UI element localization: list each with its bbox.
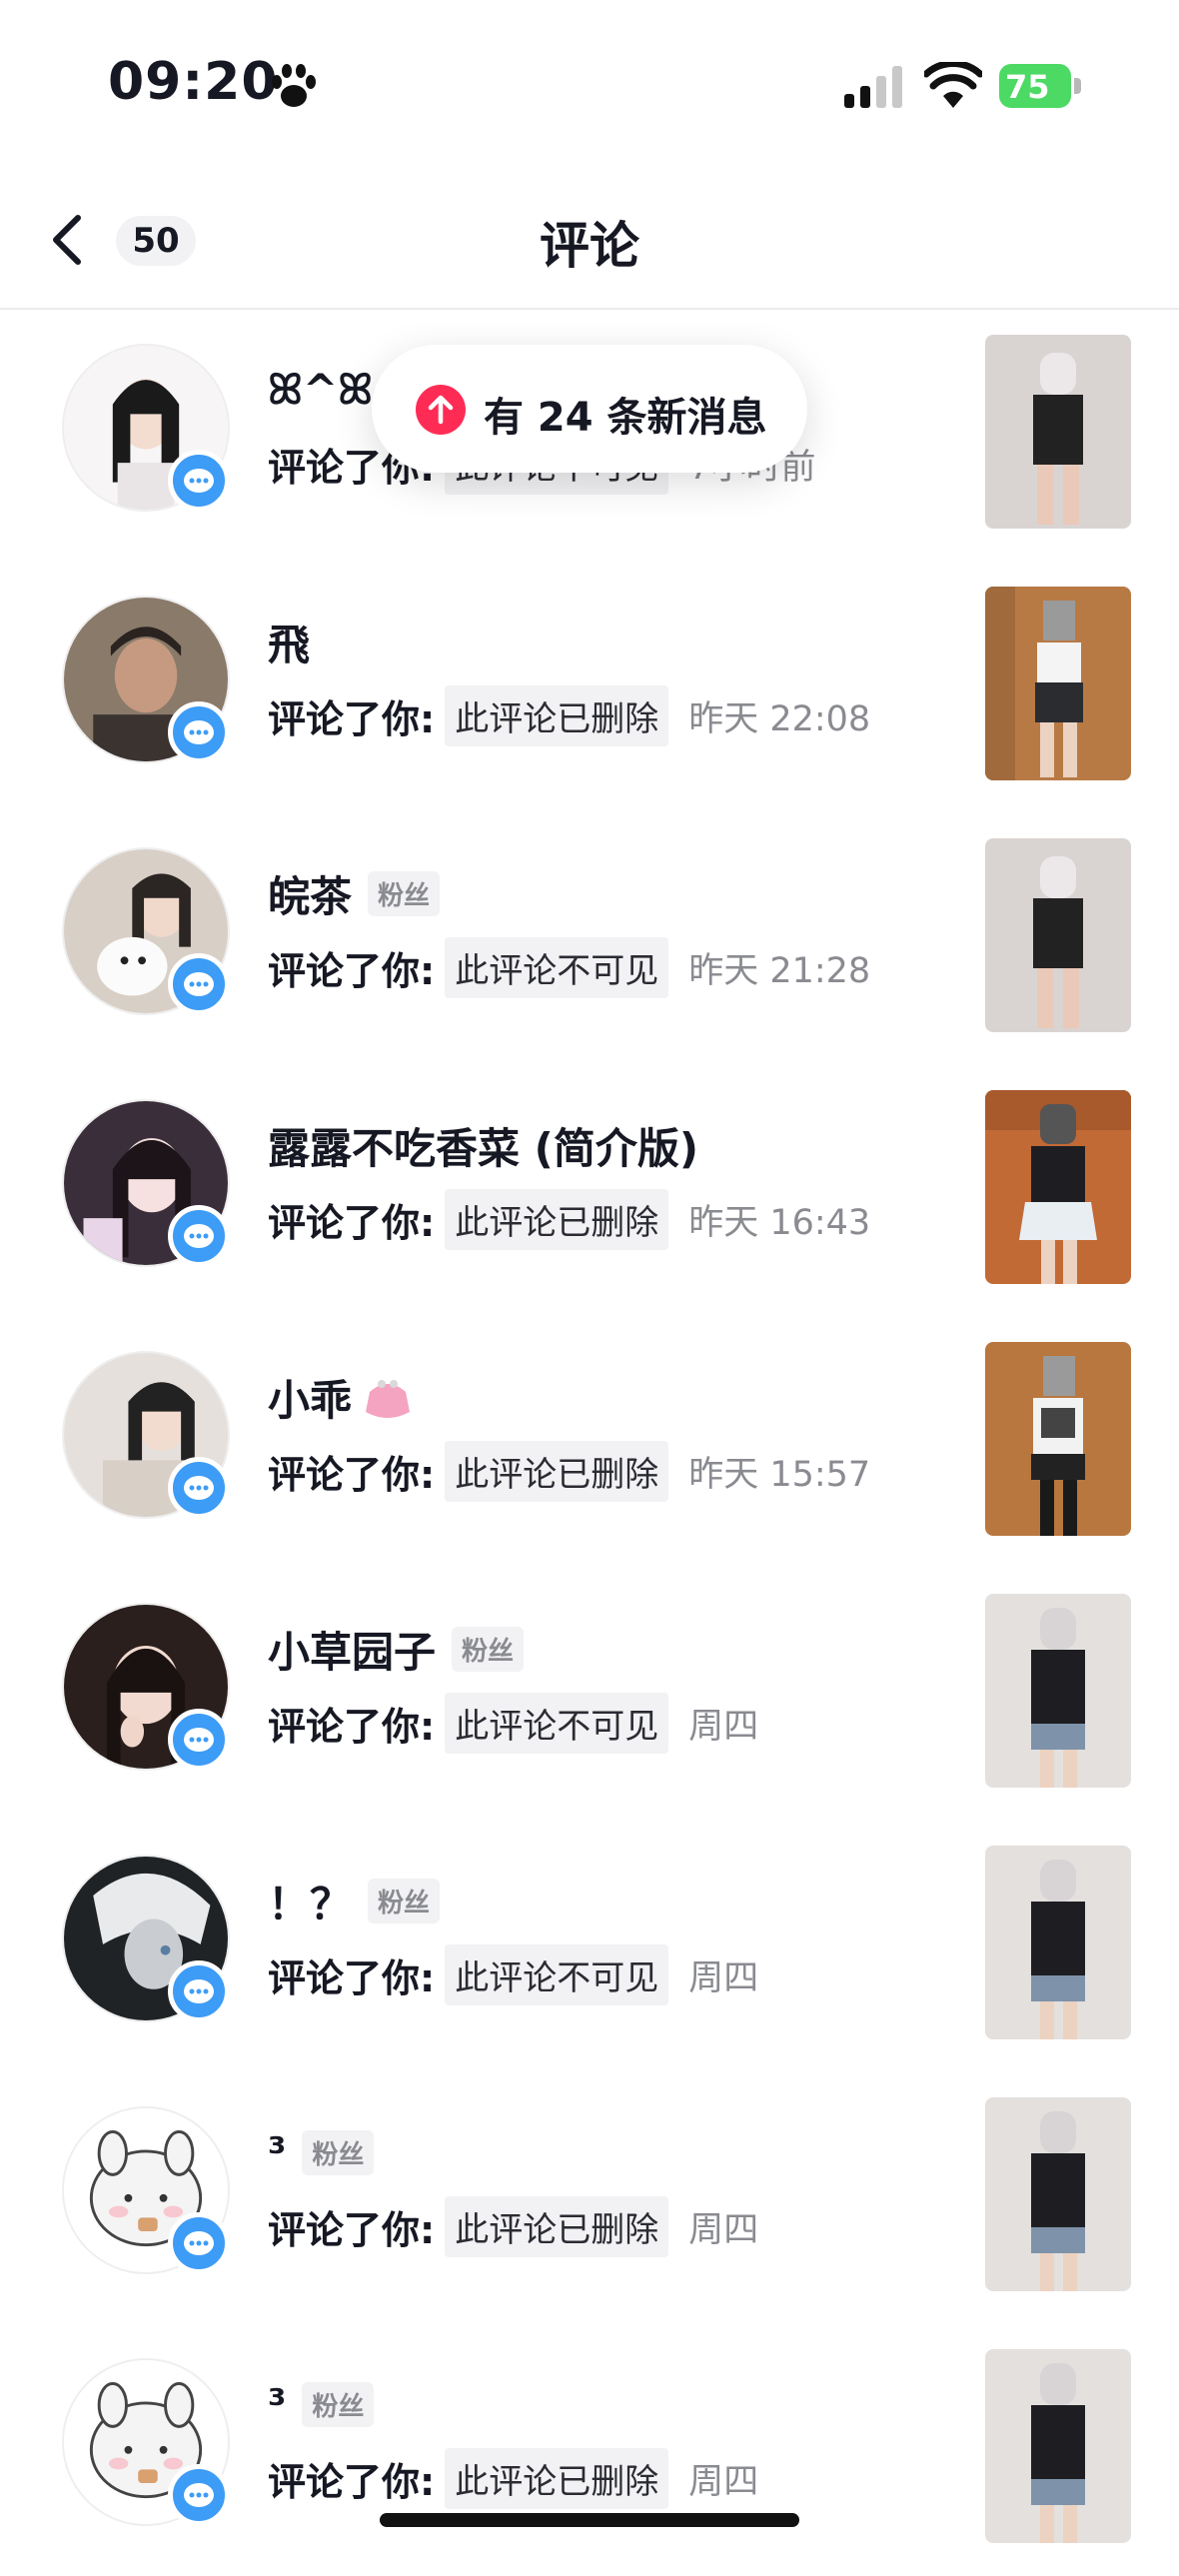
fan-tag: 粉丝	[368, 1878, 441, 1924]
comment-action: 评论了你:	[268, 948, 436, 993]
video-thumbnail[interactable]	[985, 838, 1131, 1032]
comment-time: 周四	[688, 2209, 759, 2250]
navigation-bar: 50 评论	[0, 170, 1179, 310]
comment-time: 昨天 21:28	[688, 950, 871, 991]
comment-time: 周四	[688, 1957, 759, 1998]
username[interactable]: ꕤ^ꕤ	[268, 365, 373, 415]
comment-action: 评论了你:	[268, 2459, 436, 2504]
comment-row[interactable]: 皖茶 粉丝 评论了你: 此评论不可见 昨天 21:28	[0, 813, 1179, 1065]
fan-tag: 粉丝	[302, 2129, 375, 2175]
video-thumbnail[interactable]	[985, 335, 1131, 529]
comment-action: 评论了你:	[268, 1955, 436, 2000]
battery-indicator: 75	[999, 64, 1081, 108]
battery-level: 75	[1005, 68, 1050, 106]
username-line: 小乖	[268, 1369, 414, 1425]
comment-action: 评论了你:	[268, 696, 436, 741]
arrow-up-icon	[416, 385, 466, 435]
comment-bubble-icon	[168, 450, 230, 512]
username[interactable]: ³	[268, 2380, 286, 2429]
comment-quote: 此评论不可见	[445, 1943, 669, 2005]
comment-meta: 评论了你: 此评论不可见 周四	[268, 1943, 759, 2005]
comment-action: 评论了你:	[268, 1452, 436, 1497]
video-thumbnail[interactable]	[985, 1090, 1131, 1284]
comment-meta: 评论了你: 此评论不可见 周四	[268, 1692, 759, 1754]
new-messages-toast[interactable]: 有 24 条新消息	[372, 345, 807, 473]
username-line: ³ 粉丝	[268, 2376, 375, 2432]
comment-meta: 评论了你: 此评论已删除 昨天 15:57	[268, 1440, 871, 1502]
comment-bubble-icon	[168, 701, 230, 763]
video-thumbnail[interactable]	[985, 1342, 1131, 1536]
comment-action: 评论了你:	[268, 2207, 436, 2252]
username-line: 小草园子 粉丝	[268, 1619, 525, 1680]
comment-meta: 评论了你: 此评论已删除 周四	[268, 2195, 759, 2257]
comment-quote: 此评论已删除	[445, 2447, 669, 2509]
comment-row[interactable]: 飛 评论了你: 此评论已删除 昨天 22:08	[0, 562, 1179, 813]
comment-quote: 此评论已删除	[445, 684, 669, 746]
fan-tag: 粉丝	[368, 870, 441, 916]
username[interactable]: 飛	[268, 612, 310, 672]
comment-bubble-icon	[168, 1457, 230, 1519]
home-indicator[interactable]	[380, 2513, 799, 2527]
comment-action: 评论了你:	[268, 1704, 436, 1749]
comment-bubble-icon	[168, 953, 230, 1015]
comment-meta: 评论了你: 此评论不可见 昨天 21:28	[268, 936, 871, 998]
username[interactable]: 小草园子	[268, 1619, 436, 1680]
purse-emoji-icon	[366, 1380, 411, 1418]
video-thumbnail[interactable]	[985, 587, 1131, 780]
username[interactable]: ³	[268, 2128, 286, 2177]
comment-quote: 此评论已删除	[445, 1440, 669, 1502]
comment-quote: 此评论不可见	[445, 936, 669, 998]
comment-bubble-icon	[168, 1205, 230, 1267]
comment-time: 周四	[688, 2461, 759, 2502]
username[interactable]: 露露不吃香菜 (简介版)	[268, 1115, 698, 1176]
comment-bubble-icon	[168, 1709, 230, 1771]
username-line: ³ 粉丝	[268, 2124, 375, 2180]
comment-bubble-icon	[168, 2212, 230, 2274]
comment-time: 昨天 22:08	[688, 698, 871, 739]
comment-time: 昨天 16:43	[688, 1202, 871, 1243]
comment-row[interactable]: ³ 粉丝 评论了你: 此评论已删除 周四	[0, 2072, 1179, 2324]
comment-bubble-icon	[168, 1960, 230, 2022]
username[interactable]: 皖茶	[268, 863, 352, 924]
username[interactable]: ！？	[268, 1871, 352, 1932]
video-thumbnail[interactable]	[985, 2097, 1131, 2291]
comment-quote: 此评论已删除	[445, 1188, 669, 1250]
comment-quote: 此评论已删除	[445, 2195, 669, 2257]
comment-row[interactable]: 小乖 评论了你: 此评论已删除 昨天 15:57	[0, 1317, 1179, 1569]
fan-tag: 粉丝	[302, 2381, 375, 2427]
video-thumbnail[interactable]	[985, 2349, 1131, 2543]
comment-row[interactable]: ！？ 粉丝 评论了你: 此评论不可见 周四	[0, 1821, 1179, 2072]
cellular-signal-icon	[844, 66, 902, 108]
username-line: 露露不吃香菜 (简介版)	[268, 1117, 698, 1173]
status-time: 09:20	[108, 52, 279, 112]
username[interactable]: 小乖	[268, 1367, 352, 1428]
battery-cap	[1074, 78, 1081, 94]
username-line: 皖茶 粉丝	[268, 863, 441, 924]
page-title: 评论	[540, 217, 639, 275]
comment-time: 周四	[688, 1706, 759, 1747]
comment-meta: 评论了你: 此评论已删除 昨天 22:08	[268, 684, 871, 746]
video-thumbnail[interactable]	[985, 1594, 1131, 1788]
comment-meta: 评论了你: 此评论已删除 周四	[268, 2447, 759, 2509]
comment-action: 评论了你:	[268, 1200, 436, 1245]
video-thumbnail[interactable]	[985, 1846, 1131, 2039]
comment-row[interactable]: 小草园子 粉丝 评论了你: 此评论不可见 周四	[0, 1569, 1179, 1821]
paw-icon	[272, 64, 316, 107]
toast-text: 有 24 条新消息	[484, 395, 767, 441]
wifi-icon	[924, 62, 982, 108]
status-bar: 09:20 75	[0, 0, 1179, 170]
comment-bubble-icon	[168, 2464, 230, 2526]
comment-meta: 评论了你: 此评论已删除 昨天 16:43	[268, 1188, 871, 1250]
fan-tag: 粉丝	[452, 1626, 525, 1672]
comment-quote: 此评论不可见	[445, 1692, 669, 1754]
username-line: 飛	[268, 614, 310, 669]
comment-row[interactable]: ³ 粉丝 评论了你: 此评论已删除 周四	[0, 2324, 1179, 2576]
username-line: ！？ 粉丝	[268, 1871, 441, 1932]
comment-time: 昨天 15:57	[688, 1454, 871, 1495]
username-line: ꕤ^ꕤ	[268, 362, 373, 418]
comment-row[interactable]: 露露不吃香菜 (简介版) 评论了你: 此评论已删除 昨天 16:43	[0, 1065, 1179, 1317]
